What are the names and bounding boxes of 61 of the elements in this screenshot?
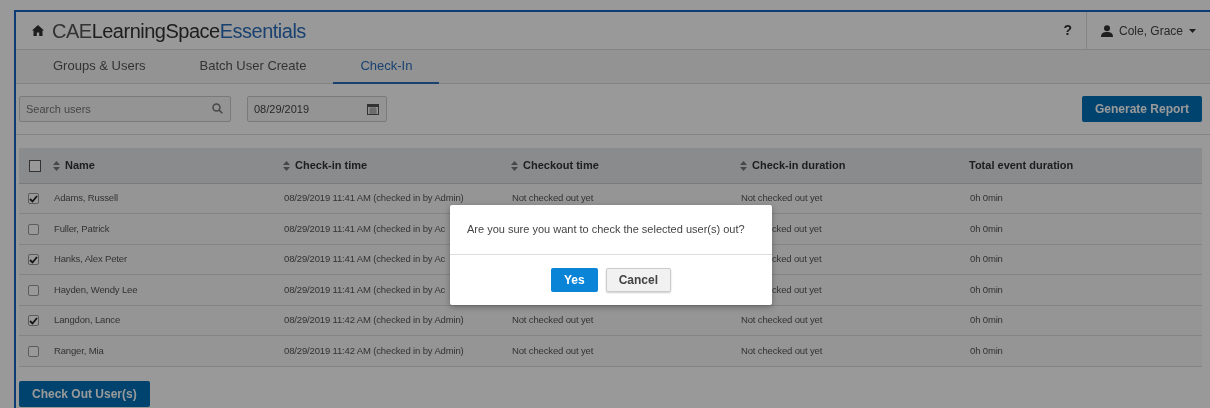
user-name: Fuller, Patrick (54, 222, 110, 234)
user-menu[interactable]: Cole, Grace (1085, 11, 1210, 50)
table-cell: Not checked out yet (741, 192, 823, 204)
table-cell: Not checked out yet (512, 192, 594, 204)
table-cell: 08/29/2019 11:42 AM (checked in by Admin) (284, 344, 464, 356)
search-field[interactable]: Search users (19, 96, 231, 122)
tab[interactable]: Batch User Create (172, 50, 334, 84)
column-header[interactable]: Check-in time (283, 159, 368, 171)
table-cell: 0h 0min (970, 314, 1003, 326)
user-name: Adams, Russell (54, 192, 118, 204)
table-cell: cked out yet (772, 283, 822, 295)
user-name: Ranger, Mia (54, 344, 104, 356)
table-cell: 0h 0min (970, 283, 1003, 295)
caret-icon (1189, 28, 1196, 33)
help-link[interactable]: ? (1049, 20, 1086, 41)
row-checkbox[interactable] (28, 254, 39, 266)
sort-icon (53, 161, 60, 172)
column-header[interactable]: Name (53, 159, 95, 171)
column-header[interactable]: Checkout time (511, 159, 599, 171)
confirm-message: Are you sure you want to check the selected user(s) out? (467, 222, 745, 238)
user-name: Langdon, Lance (54, 314, 121, 326)
table-cell: Not checked out yet (741, 314, 823, 326)
date-field[interactable]: 08/29/2019 (247, 96, 387, 122)
table-cell: 08/29/2019 11:41 AM (checked in by Ac (284, 253, 446, 265)
table-cell: 08/29/2019 11:41 AM (checked in by Admin) (284, 192, 464, 204)
search-icon (212, 103, 223, 114)
row-checkbox[interactable] (28, 193, 39, 205)
row-checkbox[interactable] (28, 223, 39, 235)
table-cell: cked out yet (772, 253, 822, 265)
table-cell: cked out yet (772, 222, 822, 234)
user-name: Hayden, Wendy Lee (54, 283, 138, 295)
sort-icon (740, 161, 747, 172)
column-header: Total event duration (969, 159, 1074, 171)
row-checkbox[interactable] (28, 315, 39, 327)
generate-report-button[interactable]: Generate Report (1081, 96, 1202, 122)
column-header[interactable]: Check-in duration (740, 159, 846, 171)
table-cell: Not checked out yet (512, 344, 594, 356)
user-name: Hanks, Alex Peter (54, 253, 127, 265)
dialog-button[interactable]: Cancel (605, 268, 672, 292)
row-checkbox[interactable] (28, 345, 39, 357)
calendar-icon (367, 103, 379, 115)
select-all-checkbox[interactable] (29, 160, 41, 173)
table-cell: Not checked out yet (741, 344, 823, 356)
table-cell: 08/29/2019 11:41 AM (checked in by Ac (284, 222, 446, 234)
sort-icon (283, 161, 290, 172)
home-icon[interactable] (32, 25, 44, 36)
sort-icon (511, 161, 518, 172)
table-cell: Not checked out yet (512, 314, 594, 326)
dialog-button[interactable]: Yes (550, 268, 598, 292)
table-cell: 08/29/2019 11:42 AM (checked in by Admin) (284, 314, 464, 326)
table-cell: 0h 0min (970, 344, 1003, 356)
tab[interactable]: Check-In (333, 50, 440, 84)
tab[interactable]: Groups & Users (26, 50, 173, 84)
person-icon (1100, 24, 1113, 37)
table-cell: 0h 0min (970, 192, 1003, 204)
table-cell: 0h 0min (970, 222, 1003, 234)
table-cell: 0h 0min (970, 253, 1003, 265)
row-checkbox[interactable] (28, 284, 39, 296)
table-cell: 08/29/2019 11:41 AM (checked in by Ac (284, 283, 446, 295)
app-logo: CAELearningSpaceEssentials (52, 18, 306, 44)
check-out-users-button[interactable]: Check Out User(s) (19, 380, 150, 407)
